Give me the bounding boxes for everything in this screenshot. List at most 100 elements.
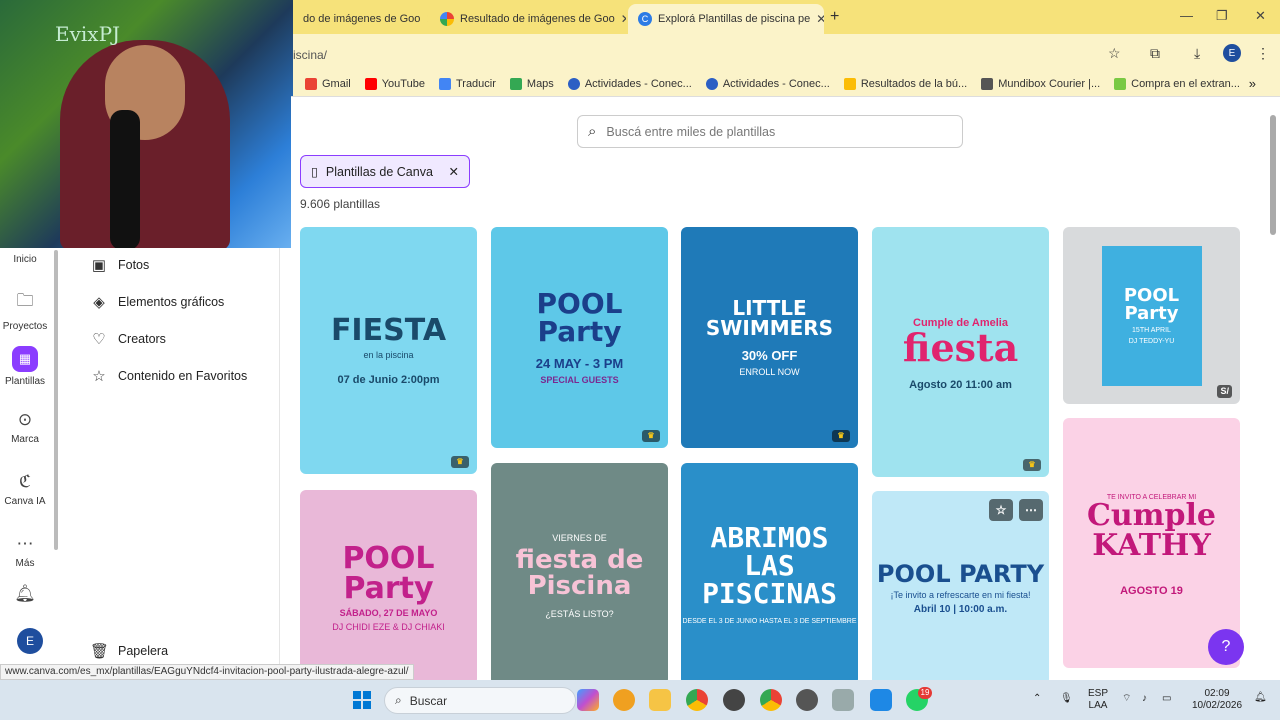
- media-player-icon[interactable]: [796, 689, 818, 711]
- search-icon: ⌕: [395, 693, 402, 707]
- maps-icon: [509, 78, 522, 90]
- rail-item-mas[interactable]: ⋯ Más: [0, 534, 50, 569]
- rail-item-inicio[interactable]: Inicio: [0, 254, 50, 265]
- new-tab-button[interactable]: +: [830, 8, 839, 26]
- bookmark-maps[interactable]: Maps: [509, 78, 554, 90]
- tab-google-images-2[interactable]: Resultado de imágenes de Goo ✕: [430, 4, 626, 34]
- menu-item-creators[interactable]: ♡ Creators: [90, 330, 166, 348]
- crown-icon: ♛: [642, 430, 660, 442]
- bookmark-actividades-2[interactable]: Actividades - Conec...: [705, 78, 830, 90]
- microphone-icon[interactable]: 🎙︎: [1060, 693, 1073, 705]
- chrome-icon[interactable]: [686, 689, 708, 711]
- tab-google-images-1[interactable]: do de imágenes de Goo ✕: [293, 4, 428, 34]
- template-card[interactable]: POOL Party 24 MAY - 3 PM SPECIAL GUESTS …: [491, 227, 668, 448]
- bookmark-star-icon[interactable]: ☆: [1108, 45, 1121, 62]
- more-options-icon[interactable]: ⋯: [1019, 499, 1043, 521]
- template-card[interactable]: LITTLE SWIMMERS 30% OFF ENROLL NOW ♛: [681, 227, 858, 448]
- translate-icon: [438, 78, 451, 90]
- browser-menu-icon[interactable]: ⋮: [1256, 45, 1270, 62]
- template-card[interactable]: Cumple de Amelia fiesta Agosto 20 11:00 …: [872, 227, 1049, 477]
- rail-item-marca[interactable]: ⊙ Marca: [0, 410, 50, 445]
- template-card[interactable]: POOL Party SÁBADO, 27 DE MAYO DJ CHIDI E…: [300, 490, 477, 685]
- tab-canva-templates[interactable]: C Explorá Plantillas de piscina pe ✕: [628, 4, 824, 34]
- bookmark-traducir[interactable]: Traducir: [438, 78, 496, 90]
- menu-item-favoritos[interactable]: ☆ Contenido en Favoritos: [90, 367, 247, 385]
- page-scrollbar[interactable]: [1270, 115, 1276, 235]
- profile-avatar[interactable]: E: [1223, 44, 1241, 62]
- user-avatar[interactable]: E: [17, 628, 43, 654]
- canva-icon: C: [638, 12, 652, 26]
- close-icon[interactable]: ✕: [816, 12, 824, 26]
- bookmark-compra[interactable]: Compra en el extran...: [1114, 78, 1240, 90]
- mundibox-icon: [981, 78, 994, 90]
- app-icon[interactable]: [870, 689, 892, 711]
- bookmark-actividades-1[interactable]: Actividades - Conec...: [567, 78, 692, 90]
- canva-left-rail: Inicio 🗀 Proyectos ▦ Plantillas ⊙ Marca ℭ Ca…: [0, 248, 62, 680]
- app-icon[interactable]: [723, 689, 745, 711]
- minimize-icon[interactable]: —: [1180, 8, 1193, 23]
- rail-item-proyectos[interactable]: 🗀 Proyectos: [0, 288, 50, 332]
- rail-item-canva-ia[interactable]: ℭ Canva IA: [0, 472, 50, 507]
- search-icon: ⌕: [588, 123, 597, 140]
- template-preview: POOL Party 15TH APRIL DJ TEDDY-YU: [1101, 245, 1202, 386]
- app-icon[interactable]: [832, 689, 854, 711]
- template-count: 9.606 plantillas: [300, 197, 381, 211]
- wifi-icon[interactable]: ⌔: [1122, 693, 1131, 705]
- drive-icon: [843, 78, 856, 90]
- close-icon[interactable]: ✕: [426, 12, 428, 26]
- teams-icon: [705, 78, 718, 90]
- rail-scrollbar[interactable]: [54, 250, 58, 550]
- notification-icon[interactable]: 🔔︎: [1254, 692, 1267, 704]
- copilot-icon[interactable]: [577, 689, 599, 711]
- template-card[interactable]: FIESTA en la piscina 07 de Junio 2:00pm …: [300, 227, 477, 474]
- close-icon[interactable]: ✕: [449, 164, 459, 179]
- canva-ai-icon: ℭ: [19, 472, 31, 491]
- template-card[interactable]: ABRIMOS LAS PISCINAS DESDE EL 3 DE JUNIO…: [681, 463, 858, 685]
- template-search-input[interactable]: ⌕ Buscá entre miles de plantillas: [577, 115, 963, 148]
- menu-item-papelera[interactable]: 🗑︎ Papelera: [90, 642, 168, 660]
- search-app-icon[interactable]: [613, 689, 635, 711]
- extensions-icon[interactable]: ⧉: [1150, 45, 1160, 62]
- menu-item-fotos[interactable]: ▣ Fotos: [90, 256, 149, 274]
- template-card-hovered[interactable]: POOL PARTY ¡Te invito a refrescarte en m…: [872, 491, 1049, 685]
- chevron-more-icon[interactable]: »: [1249, 76, 1256, 91]
- favorite-star-icon[interactable]: ☆: [989, 499, 1013, 521]
- webcam-overlay: EvixPJ: [0, 0, 293, 248]
- bookmark-mundibox[interactable]: Mundibox Courier |...: [981, 78, 1100, 90]
- menu-item-elementos[interactable]: ◈ Elementos gráficos: [90, 293, 224, 311]
- url-field[interactable]: iscina/: [291, 42, 1141, 68]
- language-indicator[interactable]: ESP LAA: [1088, 688, 1108, 712]
- battery-icon[interactable]: ▭: [1162, 693, 1171, 705]
- close-window-icon[interactable]: ✕: [1255, 8, 1266, 24]
- card-actions: ☆ ⋯: [989, 499, 1043, 521]
- chrome-profile-icon[interactable]: [760, 689, 782, 711]
- rail-item-plantillas[interactable]: ▦ Plantillas: [0, 346, 50, 387]
- shapes-icon: ◈: [93, 294, 105, 311]
- file-explorer-icon[interactable]: [649, 689, 671, 711]
- maximize-icon[interactable]: ❐: [1216, 8, 1228, 24]
- windows-start-icon[interactable]: [353, 691, 371, 709]
- template-card[interactable]: TE INVITO A CELEBRAR MI Cumple KATHY AGO…: [1063, 418, 1240, 668]
- bookmark-gmail[interactable]: Gmail: [305, 78, 351, 90]
- template-card[interactable]: POOL Party 15TH APRIL DJ TEDDY-YU S/: [1063, 227, 1240, 404]
- download-icon[interactable]: ⤓: [1194, 45, 1200, 62]
- clock[interactable]: 02:09 10/02/2026: [1190, 688, 1244, 712]
- gmail-icon: [305, 78, 317, 90]
- templates-side-menu: ▣ Fotos ◈ Elementos gráficos ♡ Creators ☆ Co…: [62, 248, 280, 680]
- tab-title: Resultado de imágenes de Goo: [460, 13, 615, 25]
- crown-icon: ♛: [832, 430, 850, 442]
- bookmark-resultados[interactable]: Resultados de la bú...: [843, 78, 967, 90]
- help-button[interactable]: ?: [1208, 629, 1244, 665]
- bell-icon[interactable]: 🔔︎: [0, 584, 50, 608]
- creators-icon: ♡: [92, 331, 106, 348]
- taskbar-search[interactable]: ⌕ Buscar: [384, 687, 576, 714]
- filter-chip-canva-templates[interactable]: ▯ Plantillas de Canva ✕: [300, 155, 470, 188]
- template-card[interactable]: VIERNES DE fiesta de Piscina ¿ESTÁS LIST…: [491, 463, 668, 685]
- close-icon[interactable]: ✕: [621, 12, 626, 26]
- chevron-up-icon[interactable]: ⌃: [1033, 693, 1041, 705]
- brand-icon: ⊙: [17, 410, 33, 429]
- teams-icon: [567, 78, 580, 90]
- bookmark-youtube[interactable]: YouTube: [364, 78, 425, 90]
- volume-icon[interactable]: ♪: [1142, 693, 1147, 705]
- shop-icon: [1114, 78, 1127, 90]
